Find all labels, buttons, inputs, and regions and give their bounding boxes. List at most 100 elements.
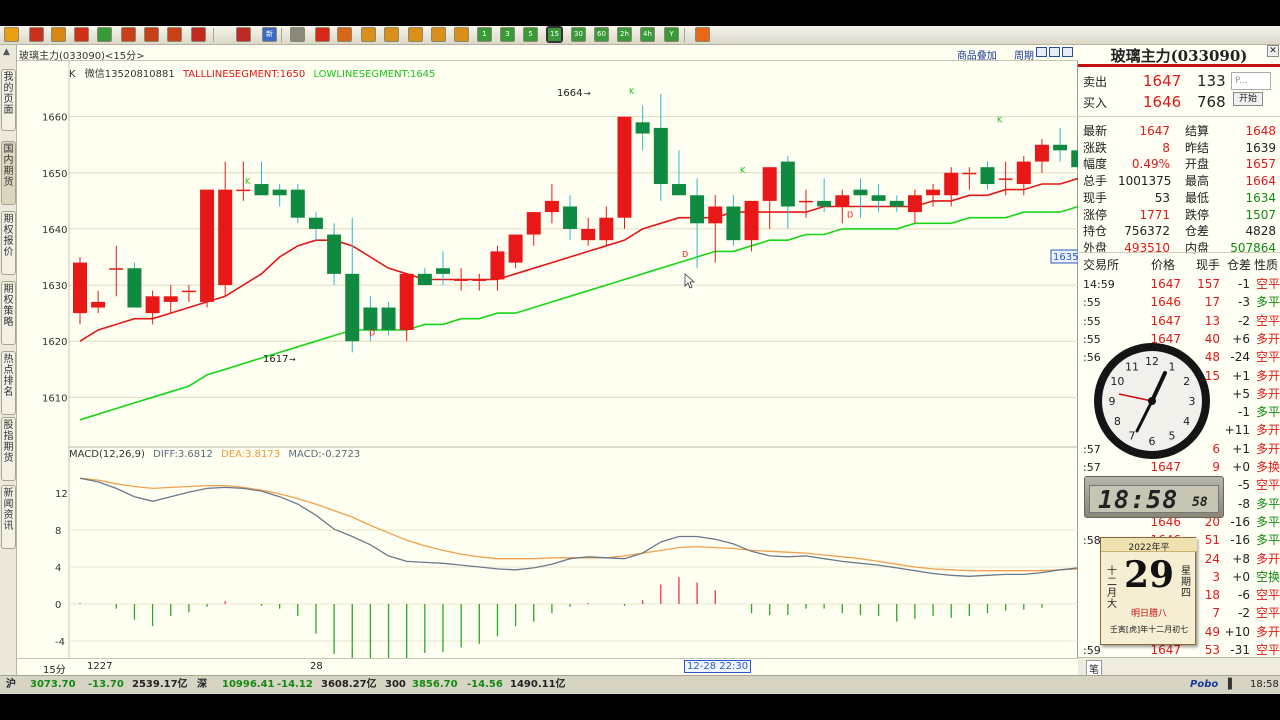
book2-icon[interactable]: [695, 27, 710, 42]
candle-body: [236, 189, 251, 192]
candle-body: [780, 161, 795, 207]
week-icon[interactable]: [384, 27, 399, 42]
home-icon[interactable]: [29, 27, 44, 42]
layout-1-icon[interactable]: [1036, 47, 1047, 57]
30min-icon[interactable]: 30: [571, 27, 586, 42]
candle-body: [363, 307, 378, 330]
pen-icon[interactable]: [191, 27, 206, 42]
refresh-icon[interactable]: [97, 27, 112, 42]
tick-oi-change: +5: [1232, 386, 1250, 401]
sell-volume: 133: [1197, 72, 1226, 90]
candle-body: [181, 290, 196, 293]
tick-oi-change: +0: [1232, 460, 1250, 474]
buy-price: 1646: [1143, 93, 1182, 111]
order-input[interactable]: P...: [1231, 72, 1271, 90]
zoom-in-icon[interactable]: [121, 27, 136, 42]
book-icon[interactable]: [51, 27, 66, 42]
layout-3-icon[interactable]: [1062, 47, 1073, 57]
macd-tick: -4: [55, 637, 65, 648]
new-icon[interactable]: 新: [262, 27, 277, 42]
left-tab-5[interactable]: 股指期货: [1, 417, 16, 481]
filter-icon[interactable]: [236, 27, 251, 42]
left-tab-3[interactable]: 期权策略: [1, 281, 16, 345]
high-arrow-icon: →: [584, 89, 591, 98]
chart-panel[interactable]: 玻璃主力(033090)<15分> 商品叠加 周期 K 微信1352081088…: [17, 45, 1078, 676]
zoom-out-icon[interactable]: [144, 27, 159, 42]
left-tab-2[interactable]: 期权报价: [1, 211, 16, 275]
candle-body: [563, 206, 578, 229]
xlabel-1227: 1227: [87, 661, 113, 672]
left-tab-4[interactable]: 热点排名: [1, 351, 16, 415]
y-icon[interactable]: Y: [664, 27, 679, 42]
current-price-label: 1635: [1053, 252, 1078, 263]
tick-nature: 空换: [1255, 569, 1280, 584]
k-marker: K: [997, 115, 1003, 124]
period-label[interactable]: 15分: [43, 661, 66, 676]
tick-oi-change: +0: [1232, 569, 1250, 584]
tick-nature: 空平: [1255, 313, 1280, 328]
tick-volume: 157: [1197, 277, 1220, 291]
stat-value: 1639: [1245, 140, 1276, 155]
year-icon[interactable]: [454, 27, 469, 42]
scroll-up-arrow-icon[interactable]: ▲: [3, 47, 10, 57]
15min-icon[interactable]: 5: [523, 27, 538, 42]
15min-active-icon[interactable]: 15: [546, 26, 563, 43]
stat-value: 1647: [1139, 124, 1170, 138]
chart-canvas[interactable]: 1660165016401630162016101664 →1617 →KKKKDD…: [17, 61, 1078, 661]
stat-value: 0.49%: [1131, 157, 1170, 172]
candle-body: [544, 200, 559, 213]
high-annotation: 1664: [557, 88, 582, 99]
tick-header-0: 交易所: [1083, 258, 1120, 272]
back-arrow-icon[interactable]: [4, 27, 19, 42]
line-chart-icon[interactable]: [315, 27, 330, 42]
candle-body: [962, 172, 977, 175]
tick-nature: 多换: [1255, 460, 1280, 474]
minute-icon[interactable]: [337, 27, 352, 42]
signal-icon: ▌: [1228, 679, 1236, 690]
digital-time: 18:58: [1098, 485, 1179, 514]
status-time: 18:58: [1250, 679, 1279, 690]
left-tab-0[interactable]: 我的页面: [1, 69, 16, 131]
tick-oi-change: -3: [1238, 295, 1250, 310]
close-icon[interactable]: ✕: [1267, 45, 1279, 57]
1min-icon[interactable]: 1: [477, 27, 492, 42]
5min-icon[interactable]: 3: [500, 27, 515, 42]
tick-oi-change: -16: [1230, 533, 1250, 548]
candle-body: [853, 189, 868, 196]
tick-price: 1647: [1150, 460, 1181, 474]
left-tab-6[interactable]: 新闻资讯: [1, 485, 16, 549]
stat-row: 幅度 0.49% 开盘 1657: [1078, 156, 1278, 173]
tick-header-3: 仓差: [1227, 258, 1252, 272]
tick-oi-change: -16: [1230, 514, 1250, 529]
month-icon[interactable]: [408, 27, 423, 42]
tick-nature: 空平: [1255, 277, 1280, 291]
brand-logo: Pobo: [1190, 679, 1219, 690]
stat-label: 仓差: [1185, 224, 1210, 239]
folder-icon[interactable]: [74, 27, 89, 42]
tick-row: :55 1647 13 -2 空平: [1078, 313, 1280, 330]
price-tick: 1620: [42, 337, 67, 348]
tick-nature: 多开: [1255, 331, 1280, 346]
tick-row: :57 1647 9 +0 多换: [1078, 459, 1280, 476]
clock-numeral: 11: [1125, 360, 1139, 373]
chart-time-axis: 15分 1227 28 12-28 22:30: [17, 658, 1078, 676]
start-button[interactable]: 开始: [1233, 92, 1263, 106]
2h-icon[interactable]: 2h: [617, 27, 632, 42]
day-icon[interactable]: [361, 27, 376, 42]
60min-icon[interactable]: 60: [594, 27, 609, 42]
tick-header-2: 现手: [1196, 258, 1221, 272]
candle-body: [871, 195, 886, 201]
macd-diff-line: [79, 477, 1078, 577]
4h-icon[interactable]: 4h: [640, 27, 655, 42]
status-index-label: 300: [385, 679, 406, 690]
left-tab-1[interactable]: 国内期货: [1, 141, 16, 205]
clock-numeral: 5: [1169, 430, 1176, 443]
windows-icon[interactable]: [167, 27, 182, 42]
grid-icon[interactable]: [290, 27, 305, 42]
candle-body: [926, 189, 941, 196]
season-icon[interactable]: [431, 27, 446, 42]
tick-header-4: 性质: [1254, 258, 1279, 272]
tick-nature: 多开: [1255, 441, 1280, 456]
layout-2-icon[interactable]: [1049, 47, 1060, 57]
status-index-value: 3856.70: [412, 679, 458, 690]
